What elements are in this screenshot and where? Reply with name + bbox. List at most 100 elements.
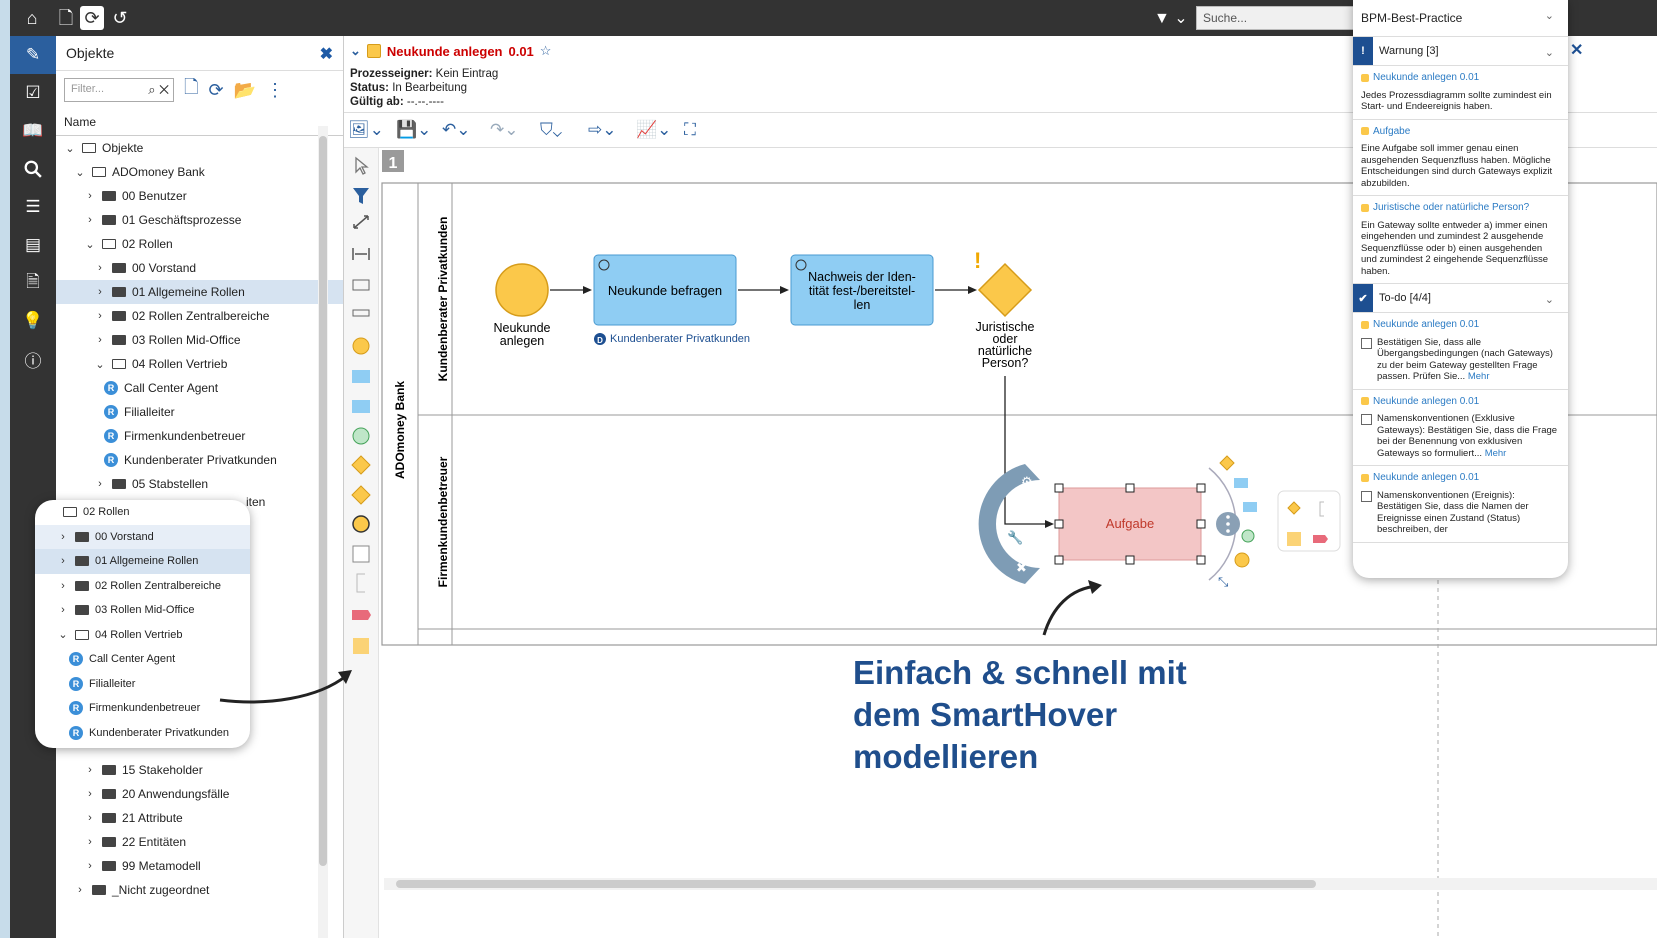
presentation-icon[interactable]: ⛶	[684, 120, 696, 140]
item-title[interactable]: Neukunde anlegen 0.01	[1361, 396, 1560, 408]
chevron-right-icon[interactable]: ›	[57, 555, 69, 567]
end-event-shape[interactable]	[352, 515, 370, 533]
chevron-right-icon[interactable]: ›	[84, 214, 96, 226]
chevron-right-icon[interactable]: ›	[94, 478, 106, 490]
delete-icon[interactable]: ✖	[1016, 560, 1027, 575]
filter-icon[interactable]: ▼ ⌄	[1154, 8, 1188, 28]
panel-close-icon[interactable]: ✕	[1570, 40, 1583, 60]
message-event-shape[interactable]	[352, 427, 370, 445]
chart-icon[interactable]: 📈⌄	[636, 120, 671, 140]
chevron-right-icon[interactable]: ›	[94, 310, 106, 322]
tree-item-folder[interactable]: › 21 Attribute	[56, 806, 316, 830]
tree-item-folder[interactable]: › 20 Anwendungsfälle	[56, 782, 316, 806]
annotation-shape[interactable]	[356, 573, 365, 593]
todo-checkbox[interactable]	[1361, 414, 1372, 425]
tree-item-folder[interactable]: › _Nicht zugeordnet	[56, 878, 316, 902]
collapse-icon[interactable]: ⌄	[350, 43, 361, 59]
tree-item-folder[interactable]: › 01 Geschäftsprozesse	[56, 208, 343, 232]
item-title[interactable]: Aufgabe	[1361, 126, 1560, 138]
todo-item[interactable]: Neukunde anlegen 0.01 Namenskonventionen …	[1353, 466, 1568, 543]
start-event[interactable]	[495, 263, 549, 317]
chevron-down-icon[interactable]: ⌄	[1545, 9, 1554, 22]
chevron-right-icon[interactable]: ›	[84, 764, 96, 776]
chevron-down-icon[interactable]: ⌄	[64, 142, 76, 155]
chevron-right-icon[interactable]: ›	[57, 531, 69, 543]
warning-mark[interactable]: !	[974, 248, 981, 273]
column-header-name[interactable]: Name	[56, 109, 343, 136]
item-title[interactable]: Neukunde anlegen 0.01	[1361, 319, 1560, 331]
reload-icon[interactable]: ⟳	[208, 80, 223, 101]
tree-item-folder[interactable]: ⌄ 02 Rollen	[56, 232, 343, 256]
tree-scrollbar[interactable]	[318, 126, 328, 938]
pool-shape[interactable]	[352, 279, 370, 291]
chevron-down-icon[interactable]: ⌄	[57, 628, 69, 641]
todo-section-header[interactable]: ✔ To-do [4/4] ⌄	[1353, 284, 1568, 313]
gateway[interactable]	[977, 262, 1033, 318]
add-object-icon[interactable]: 🗋	[184, 75, 198, 105]
filter-tool[interactable]	[353, 188, 369, 204]
hover-message-icon[interactable]	[1241, 529, 1255, 543]
history-icon[interactable]: ↺	[108, 6, 132, 30]
hover-gateway-icon[interactable]	[1219, 455, 1235, 471]
todo-checkbox[interactable]	[1361, 337, 1372, 349]
warning-item[interactable]: Juristische oder natürliche Person? Ein G…	[1353, 196, 1568, 284]
best-practice-header[interactable]: BPM-Best-Practice ⌄	[1353, 0, 1568, 37]
book-icon[interactable]: 📖	[10, 112, 56, 150]
document-icon[interactable]: 🗎	[10, 264, 56, 302]
chevron-right-icon[interactable]: ›	[84, 788, 96, 800]
tree-item-role[interactable]: R Kundenberater Privatkunden	[56, 448, 343, 472]
chevron-right-icon[interactable]: ›	[57, 580, 69, 592]
chevron-right-icon[interactable]: ›	[94, 286, 106, 298]
chevron-right-icon[interactable]: ›	[74, 884, 86, 896]
pointer-tool[interactable]	[355, 156, 369, 175]
checklist-icon[interactable]: ☑	[10, 74, 56, 112]
event-shape[interactable]	[352, 337, 370, 355]
tree-item-folder[interactable]: › 02 Rollen Zentralbereiche	[35, 574, 250, 599]
subprocess-shape[interactable]	[352, 400, 370, 413]
warning-item[interactable]: Neukunde anlegen 0.01 Jedes Prozessdiagra…	[1353, 66, 1568, 120]
new-doc-icon[interactable]: 🗋	[54, 6, 78, 30]
tree-item-folder[interactable]: 02 Rollen	[35, 500, 250, 525]
warning-section-header[interactable]: ! Warnung [3] ⌄	[1353, 37, 1568, 66]
tree-item-folder[interactable]: › 22 Entitäten	[56, 830, 316, 854]
export-icon[interactable]: ⇨⌄	[588, 120, 617, 140]
redo-icon[interactable]: ↷⌄	[490, 120, 519, 140]
chevron-right-icon[interactable]: ›	[84, 836, 96, 848]
tree-item-folder[interactable]: › 99 Metamodell	[56, 854, 316, 878]
warning-item[interactable]: Aufgabe Eine Aufgabe soll immer genau ein…	[1353, 120, 1568, 196]
shield-check-icon[interactable]: ⛉⌄	[540, 120, 562, 140]
chevron-right-icon[interactable]: ›	[94, 334, 106, 346]
tree-item-folder[interactable]: ⌄ ADOmoney Bank	[56, 160, 343, 184]
spacing-tool[interactable]	[352, 248, 370, 260]
tree-item-folder[interactable]: › 01 Allgemeine Rollen	[35, 549, 250, 574]
search-icon[interactable]	[10, 150, 56, 188]
chevron-down-icon[interactable]: ⌄	[74, 166, 86, 179]
hover-subprocess-icon[interactable]	[1234, 478, 1248, 488]
check-shield-icon[interactable]: ⛉	[1009, 503, 1018, 515]
tree-item-folder[interactable]: › 02 Rollen Zentralbereiche	[56, 304, 343, 328]
home-icon[interactable]: ⌂	[20, 6, 44, 30]
star-icon[interactable]: ☆	[540, 43, 552, 59]
more-link[interactable]: Mehr	[1468, 371, 1490, 382]
more-icon[interactable]: ⋮	[266, 80, 284, 101]
hover-link-icon[interactable]	[1313, 535, 1328, 543]
filter-input[interactable]: Filter... ⌕ ✕	[64, 78, 174, 102]
tree-item-folder[interactable]: › 01 Allgemeine Rollen	[56, 280, 343, 304]
info-icon[interactable]: ⓘ	[10, 340, 56, 378]
edit-icon[interactable]: ✎	[10, 36, 56, 74]
data-object-shape[interactable]	[352, 545, 370, 563]
gateway-shape[interactable]	[351, 455, 371, 475]
chevron-right-icon[interactable]: ›	[84, 812, 96, 824]
tree-item-role[interactable]: R Kundenberater Privatkunden	[35, 721, 250, 746]
tree-item-folder[interactable]: ⌄ 04 Rollen Vertrieb	[35, 623, 250, 648]
hover-resize-icon[interactable]: ⤡	[1218, 574, 1229, 589]
item-title[interactable]: Juristische oder natürliche Person?	[1361, 202, 1560, 214]
task-shape[interactable]	[352, 370, 370, 383]
tree-item-folder[interactable]: › 03 Rollen Mid-Office	[56, 328, 343, 352]
tree-item-folder[interactable]: › 00 Vorstand	[35, 524, 250, 549]
chevron-right-icon[interactable]: ›	[57, 604, 69, 616]
tree-item-folder[interactable]: ⌄ 04 Rollen Vertrieb	[56, 352, 343, 376]
role-link[interactable]: Kundenberater Privatkunden	[610, 333, 750, 345]
tree-item-folder[interactable]: › 00 Vorstand	[56, 256, 343, 280]
list-icon[interactable]: ☰	[10, 188, 56, 226]
